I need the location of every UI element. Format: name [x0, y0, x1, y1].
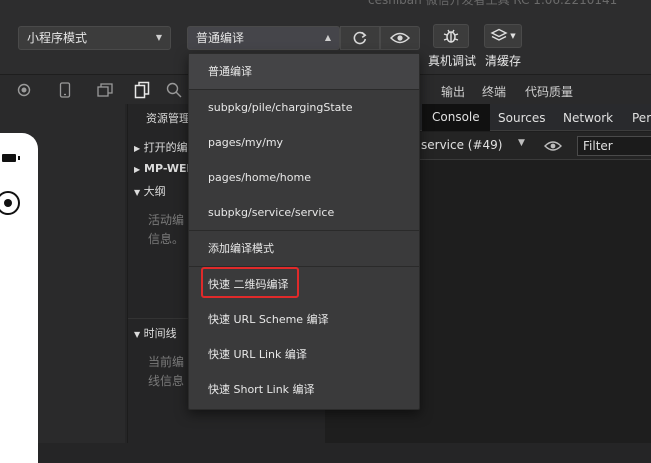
- tab-console[interactable]: Console: [422, 104, 490, 131]
- dot-icon: [4, 199, 12, 207]
- filter-placeholder: Filter: [583, 139, 613, 153]
- mode-select-value: 小程序模式: [27, 31, 88, 45]
- phone-icon[interactable]: [59, 82, 71, 98]
- preview-button[interactable]: [380, 26, 420, 50]
- dropdown-item-service[interactable]: subpkg/service/service: [189, 195, 419, 230]
- timeline-hint-line2: 线信息: [148, 374, 185, 388]
- window-icon[interactable]: [97, 83, 113, 97]
- compile-select-value: 普通编译: [196, 31, 245, 45]
- caret-down-icon: ▼: [518, 138, 525, 148]
- bug-icon: [443, 29, 459, 43]
- eye-icon: [390, 32, 410, 44]
- window-title: ceshiban 微信开发者工具 RC 1.06.2210141: [368, 0, 618, 7]
- simulator-phone[interactable]: [0, 133, 38, 463]
- battery-tip: [18, 156, 20, 160]
- dropdown-item-charging-state[interactable]: subpkg/pile/chargingState: [189, 90, 419, 125]
- caret-down-icon: ▼: [155, 33, 162, 42]
- record-icon[interactable]: [17, 83, 31, 97]
- compile-select[interactable]: 普通编译 ▲: [187, 26, 340, 50]
- battery-icon: [2, 154, 16, 162]
- capsule-button[interactable]: [0, 191, 20, 215]
- tab-network[interactable]: Network: [563, 111, 613, 125]
- compile-mode-dropdown: 普通编译 subpkg/pile/chargingState pages/my/…: [188, 53, 420, 410]
- outline-hint-line2: 信息。: [148, 232, 185, 246]
- refresh-icon: [353, 31, 367, 45]
- context-select[interactable]: service (#49): [421, 138, 503, 152]
- tab-output[interactable]: 输出: [441, 83, 465, 100]
- real-device-debug-button[interactable]: [433, 24, 469, 48]
- filter-input[interactable]: Filter: [577, 136, 651, 156]
- tab-terminal[interactable]: 终端: [482, 83, 506, 100]
- caret-down-icon: ▼: [510, 32, 516, 40]
- timeline-hint-line1: 当前编: [148, 355, 185, 369]
- opened-editors-section[interactable]: ▶ 打开的编: [134, 139, 188, 155]
- eye-icon[interactable]: [544, 140, 562, 152]
- dropdown-item-home[interactable]: pages/home/home: [189, 160, 419, 195]
- search-icon[interactable]: [166, 82, 182, 98]
- dropdown-item-my[interactable]: pages/my/my: [189, 125, 419, 160]
- highlight-box: [201, 267, 299, 298]
- caret-up-icon: ▲: [324, 33, 331, 42]
- dropdown-item-short-link-compile[interactable]: 快速 Short Link 编译: [189, 372, 419, 407]
- dropdown-item-add-compile-mode[interactable]: 添加编译模式: [189, 231, 419, 266]
- outline-section[interactable]: ▼ 大纲: [134, 183, 166, 199]
- refresh-button[interactable]: [340, 26, 380, 50]
- timeline-section[interactable]: ▼ 时间线: [134, 325, 177, 341]
- outline-hint-line1: 活动编: [148, 213, 185, 227]
- dropdown-item-url-scheme-compile[interactable]: 快速 URL Scheme 编译: [189, 302, 419, 337]
- copy-files-icon[interactable]: [134, 81, 150, 99]
- tab-performance[interactable]: Perf: [632, 111, 651, 125]
- real-device-debug-label[interactable]: 真机调试: [428, 52, 476, 69]
- tab-code-quality[interactable]: 代码质量: [525, 83, 573, 100]
- clear-cache-button[interactable]: ▼: [484, 24, 522, 48]
- dropdown-item-url-link-compile[interactable]: 快速 URL Link 编译: [189, 337, 419, 372]
- layers-icon: [490, 28, 508, 41]
- clear-cache-label[interactable]: 清缓存: [485, 52, 521, 69]
- tab-sources[interactable]: Sources: [498, 111, 545, 125]
- project-root-section[interactable]: ▶ MP-WEI: [134, 162, 191, 175]
- mode-select[interactable]: 小程序模式 ▼: [18, 26, 171, 50]
- resource-manager-title: 资源管理: [146, 112, 190, 125]
- dropdown-item-normal-compile[interactable]: 普通编译: [189, 54, 419, 89]
